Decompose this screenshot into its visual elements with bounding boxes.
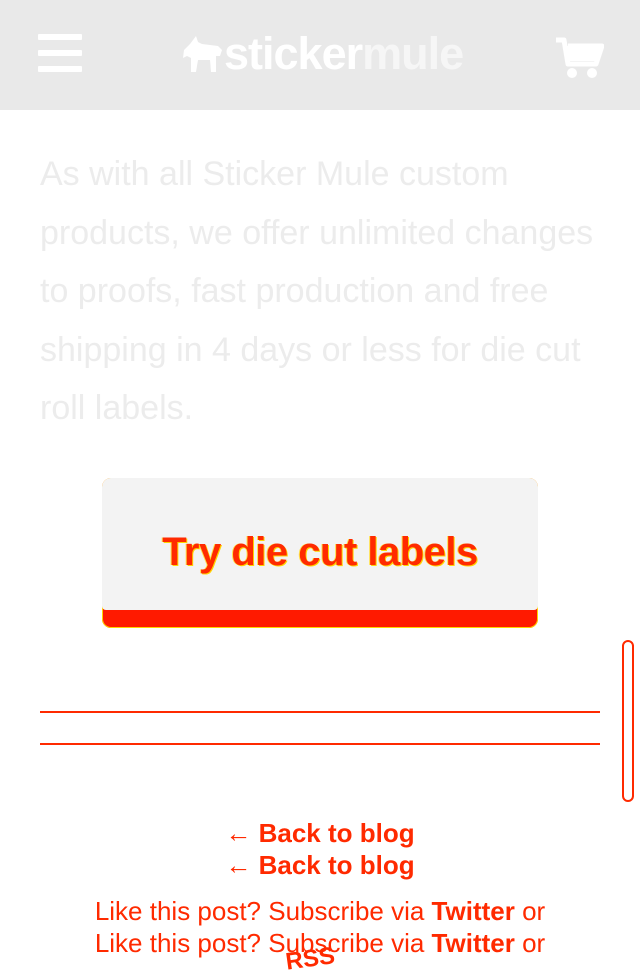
twitter-link[interactable]: Twitter xyxy=(432,896,515,926)
subscribe-or-duplicate: or xyxy=(514,928,546,958)
mule-icon xyxy=(183,36,222,72)
subscribe-or: or xyxy=(514,896,546,926)
logo-word-sticker: sticker xyxy=(224,28,363,79)
scrollbar-thumb[interactable] xyxy=(622,640,634,802)
hamburger-menu-icon[interactable] xyxy=(38,34,82,72)
logo-word-mule: mule xyxy=(362,28,464,79)
cta-button-label: Try die cut labels xyxy=(162,530,478,574)
site-header: stickermule xyxy=(0,0,640,110)
divider-top xyxy=(40,711,600,713)
back-to-blog-link-duplicate[interactable]: ← Back to blog xyxy=(0,849,640,881)
subscribe-line: Like this post? Subscribe via Twitter or xyxy=(0,895,640,927)
sticker-mule-logo[interactable]: stickermule xyxy=(180,28,470,80)
try-die-cut-labels-button[interactable]: Try die cut labels xyxy=(102,478,538,628)
subscribe-prefix-duplicate: Like this post? Subscribe via xyxy=(94,928,432,958)
twitter-link-duplicate[interactable]: Twitter xyxy=(432,928,515,958)
article-paragraph: As with all Sticker Mule custom products… xyxy=(40,155,594,427)
shopping-cart-icon[interactable] xyxy=(556,36,604,80)
subscribe-prefix: Like this post? Subscribe via xyxy=(94,896,432,926)
logo-wordmark: stickermule xyxy=(224,28,464,80)
back-to-blog-link[interactable]: ← Back to blog xyxy=(0,817,640,849)
divider-bottom xyxy=(40,743,600,745)
